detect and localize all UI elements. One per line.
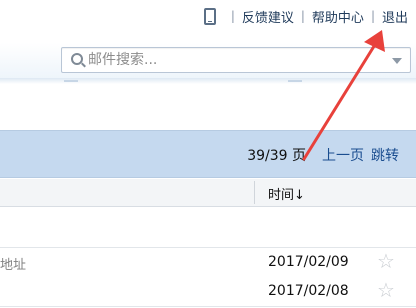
separator: | (370, 9, 375, 23)
column-divider[interactable] (254, 181, 255, 204)
help-center-link[interactable]: 帮助中心 (312, 7, 364, 26)
table-row[interactable]: 地址 2017/02/09 ☆ (0, 247, 416, 278)
column-header: 时间↓ (0, 179, 416, 207)
separator: | (300, 9, 305, 23)
header-shadow (0, 78, 416, 84)
time-column-header[interactable]: 时间↓ (268, 184, 305, 203)
mail-date: 2017/02/08 (268, 283, 349, 299)
logout-link[interactable]: 退出 (382, 7, 408, 26)
top-header: | 反馈建议 | 帮助中心 | 退出 (0, 0, 416, 78)
mail-search-input[interactable] (88, 50, 378, 70)
prev-page-link[interactable]: 上一页 (322, 145, 364, 165)
feedback-link[interactable]: 反馈建议 (242, 7, 294, 26)
table-row[interactable]: 2017/02/08 ☆ (0, 277, 416, 307)
divider (288, 80, 302, 82)
pagination: 39/39 页 上一页 跳转 (247, 145, 399, 165)
mobile-phone-icon[interactable] (203, 7, 216, 25)
jump-link[interactable]: 跳转 (371, 145, 399, 165)
mail-date: 2017/02/09 (268, 254, 349, 270)
chevron-down-icon[interactable] (392, 58, 402, 64)
separator: | (230, 9, 235, 23)
mail-search-box[interactable] (61, 47, 411, 73)
star-icon[interactable]: ☆ (377, 278, 395, 302)
divider (64, 80, 78, 82)
top-links-bar: | 反馈建议 | 帮助中心 | 退出 (203, 6, 408, 26)
star-icon[interactable]: ☆ (377, 249, 395, 273)
page-count: 39/39 页 (247, 148, 306, 164)
mail-toolbar: 39/39 页 上一页 跳转 (0, 130, 416, 178)
mail-subject[interactable]: 地址 (0, 254, 26, 273)
search-icon[interactable] (71, 53, 83, 65)
